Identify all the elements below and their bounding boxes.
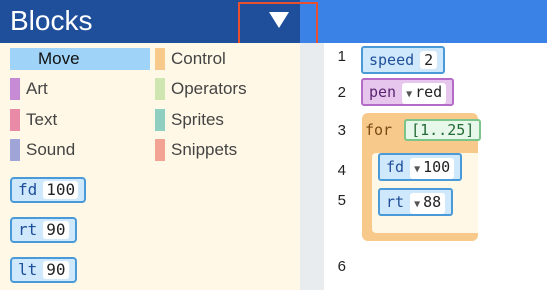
line-number: 1 [337,48,346,65]
palette-divider [300,43,324,290]
category-control[interactable]: Control [155,48,295,70]
category-sprites[interactable]: Sprites [155,109,295,131]
line-number: 6 [337,258,346,275]
code-editor[interactable]: speed 2 pen ▼ red for [1..25] fd ▼ 100 rt ▼ 88 [355,43,547,290]
category-label: Text [26,110,58,129]
block-argument[interactable]: 90 [43,261,69,279]
pen-color-value: red [415,83,443,101]
line-number: 3 [337,122,346,139]
category-color-bar [155,78,165,100]
block-argument[interactable]: ▼ 100 [410,158,455,179]
category-color-bar [10,139,20,161]
app-header: Blocks [0,0,547,52]
category-label: Snippets [171,140,238,159]
block-argument[interactable]: 100 [43,181,79,199]
block-command: for [365,121,393,139]
category-move[interactable]: Move [10,48,150,70]
code-block-pen[interactable]: pen ▼ red [361,78,455,106]
blocks-title: Blocks [10,5,93,36]
block-command: fd [18,180,38,199]
rt-value: 88 [423,193,442,211]
dropdown-arrow-icon: ▼ [414,164,421,175]
category-label: Sound [26,140,76,159]
category-label: Art [26,79,48,98]
dropdown-arrow-icon: ▼ [414,199,421,210]
block-command: rt [386,193,405,211]
fd-value: 100 [423,158,451,176]
palette-block-lt[interactable]: lt 90 [10,257,77,283]
block-command: rt [18,220,38,239]
category-color-bar [155,109,165,131]
line-number: 2 [337,84,346,101]
category-label: Control [171,49,226,68]
category-color-bar [155,139,165,161]
block-command: lt [18,260,38,279]
palette-block-fd[interactable]: fd 100 [10,177,87,203]
category-snippets[interactable]: Snippets [155,139,295,161]
category-operators[interactable]: Operators [155,78,295,100]
loop-range[interactable]: [1..25] [404,119,482,141]
for-loop-header[interactable]: for [1..25] [365,119,482,141]
dropdown-arrow-icon: ▼ [406,89,413,100]
category-label: Sprites [171,110,224,129]
code-block-speed[interactable]: speed 2 [361,46,446,74]
category-art[interactable]: Art [10,78,150,100]
chevron-down-icon [269,12,289,28]
category-label: Move [38,49,80,68]
block-argument[interactable]: ▼ red [402,83,447,104]
block-command: pen [369,83,397,101]
category-text[interactable]: Text [10,109,150,131]
line-number: 5 [337,192,346,209]
block-argument[interactable]: 90 [43,221,69,239]
block-command: speed [369,51,415,69]
code-block-fd[interactable]: fd ▼ 100 [378,153,463,181]
category-color-bar [155,48,165,70]
category-sound[interactable]: Sound [10,139,150,161]
category-color-bar [10,109,20,131]
code-block-rt[interactable]: rt ▼ 88 [378,188,454,216]
block-argument[interactable]: ▼ 88 [410,193,446,214]
block-command: fd [386,158,405,176]
block-argument[interactable]: 2 [420,51,438,69]
block-palette: Move Control Art Operators Text Sprites … [0,43,300,290]
category-color-bar [10,78,20,100]
line-number: 4 [337,162,346,179]
category-label: Operators [171,79,247,98]
palette-block-rt[interactable]: rt 90 [10,217,77,243]
